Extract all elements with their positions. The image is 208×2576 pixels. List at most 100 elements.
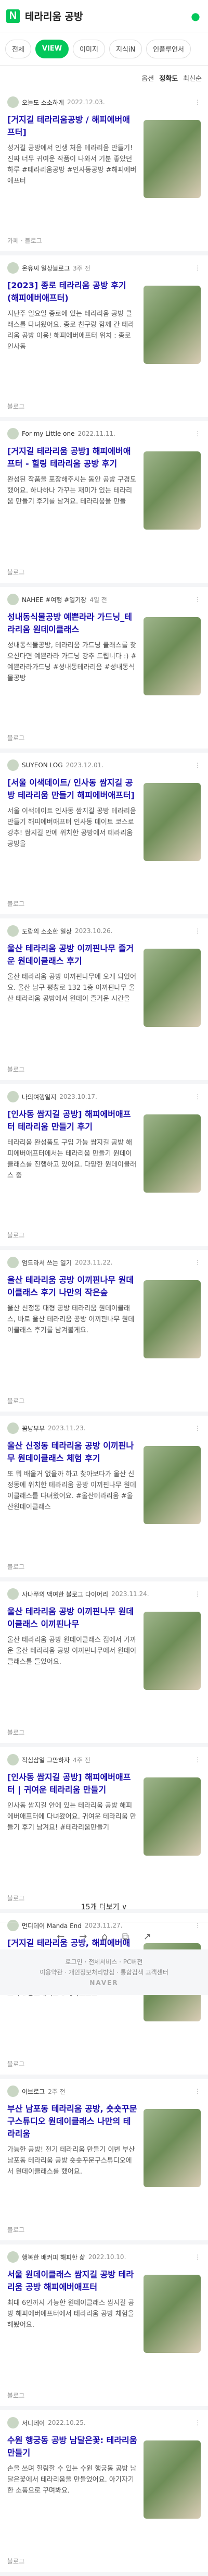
avatar[interactable] [7,262,19,274]
more-options-icon[interactable]: ⋮ [194,2253,201,2261]
avatar[interactable] [7,1754,19,1765]
result-thumbnail[interactable] [144,1114,201,1193]
result-thumbnail[interactable] [144,451,201,530]
avatar[interactable] [7,2417,19,2428]
more-button[interactable]: 15개 더보기 ∨ [0,1891,208,1922]
result-title[interactable]: [서울 이색데이트/ 인사동 쌈지길 공방 테라리움 만들기 해피에버애프터] [7,777,137,802]
result-title[interactable]: 성내동식물공방 예쁜라라 가드닝_테라리움 원데이클래스 [7,611,137,636]
result-author[interactable]: NAHEE #여행 #일기장 [22,595,86,604]
result-author[interactable]: 나의여행일지 [22,1093,56,1101]
result-thumbnail[interactable] [144,949,201,1027]
more-options-icon[interactable]: ⋮ [194,2088,201,2095]
result-title[interactable]: 울산 테라리움 공방 이끼핀나무 즐거운 원데이클래스 후기 [7,942,137,967]
tab-all[interactable]: 전체 [5,39,31,58]
avatar[interactable] [7,1588,19,1600]
result-title[interactable]: [인사동 쌈지길 공방] 해피에버애프터 테라리움 만들기 후기 [7,1108,137,1133]
more-options-icon[interactable]: ⋮ [194,1590,201,1598]
result-thumbnail[interactable] [144,2275,201,2353]
more-options-icon[interactable]: ⋮ [194,264,201,272]
sort-selected[interactable]: 정확도 [159,73,178,83]
result-thumbnail[interactable] [144,2109,201,2187]
result-title[interactable]: 수원 행궁동 공방 남달은꽃: 테라리움 만들기 [7,2434,137,2459]
result-thumbnail[interactable] [144,1612,201,1690]
result-item[interactable]: 꼼냥부부 2023.11.23. ⋮ 울산 신정동 테라리움 공방 이끼핀나무 … [0,1416,208,1581]
result-thumbnail[interactable] [144,1777,201,1856]
avatar[interactable] [7,594,19,605]
result-item[interactable]: 오늘도 소소하게 2022.12.03. ⋮ [거지길 테라리움공방 / 해피에… [0,90,208,255]
result-item[interactable]: 작심삼일 그만하자 4주 전 ⋮ [인사동 쌈지길 공방] 해피에버애프터 | … [0,1747,208,1913]
result-author[interactable]: 도람의 소소한 일상 [22,927,72,936]
result-item[interactable]: 사나쭈의 맥여한 블로그 다이어리 2023.11.24. ⋮ 울산 테라리움 … [0,1581,208,1747]
sort-option-2[interactable]: 최신순 [183,73,202,83]
result-item[interactable]: 온유씨 일상블로그 3주 전 ⋮ [2023] 종로 테라리움 공방 후기 (해… [0,255,208,421]
share-icon[interactable]: ↗ [144,1931,151,1942]
result-title[interactable]: 울산 테라리움 공방 이끼핀나무 원데이클래스 후기 나만의 작은숲 [7,1274,137,1299]
result-item[interactable]: For my Little one 2022.11.11. ⋮ [거지길 테라리… [0,421,208,587]
more-options-icon[interactable]: ⋮ [194,927,201,935]
result-author[interactable]: SUYEON LOG [22,762,63,769]
naver-logo[interactable]: N [6,9,20,23]
result-author[interactable]: 작심삼일 그만하자 [22,1756,70,1764]
result-item[interactable]: 도람의 소소한 일상 2023.10.26. ⋮ 울산 테라리움 공방 이끼핀나… [0,918,208,1084]
home-icon[interactable]: ⌂ [101,1931,107,1942]
result-author[interactable]: 꼼냥부부 [22,1424,45,1433]
result-author[interactable]: 온유씨 일상블로그 [22,264,70,273]
result-item[interactable]: 행복한 배커피 해피한 삶 2022.10.10. ⋮ 서울 원데이클래스 쌈지… [0,2244,208,2410]
result-thumbnail[interactable] [144,2440,201,2519]
avatar[interactable] [7,759,19,771]
more-options-icon[interactable]: ⋮ [194,430,201,437]
more-options-icon[interactable]: ⋮ [194,99,201,106]
mic-icon[interactable]: ● [189,10,202,22]
avatar[interactable] [7,2251,19,2263]
result-thumbnail[interactable] [144,617,201,695]
result-title[interactable]: [인사동 쌈지길 공방] 해피에버애프터 | 귀여운 테라리움 만들기 [7,1771,137,1796]
tabs-icon[interactable]: ⧉ [122,1931,129,1942]
result-author[interactable]: 오늘도 소소하게 [22,98,64,107]
result-thumbnail[interactable] [144,1446,201,1524]
avatar[interactable] [7,1257,19,1268]
more-options-icon[interactable]: ⋮ [194,1259,201,1266]
result-author[interactable]: 서니데이 [22,2419,45,2427]
result-title[interactable]: 울산 신정동 테라리움 공방 이끼핀나무 원데이클래스 체험 후기 [7,1440,137,1465]
result-author[interactable]: For my Little one [22,430,74,437]
result-thumbnail[interactable] [144,286,201,364]
result-author[interactable]: 사나쭈의 맥여한 블로그 다이어리 [22,1590,108,1599]
result-title[interactable]: 서울 원데이클래스 쌈지길 공방 테라리움 공방 해피에버애프터 [7,2268,137,2293]
more-options-icon[interactable]: ⋮ [194,1756,201,1763]
footer-legal[interactable]: 이용약관 · 개인정보처리방침 · 통합검색 고객센터 [0,1967,208,1978]
result-item[interactable]: 엄드라서 쓰는 일기 2023.11.22. ⋮ 울산 테라리움 공방 이끼핀나… [0,1250,208,1416]
forward-icon[interactable]: → [79,1931,87,1942]
result-title[interactable]: [거지길 테라리움 공방] 해피에버애프터 - 힐링 테라리움 공방 후기 [7,445,137,470]
avatar[interactable] [7,2086,19,2097]
result-item[interactable]: 이브로그 2주 전 ⋮ 부산 남포동 테라리움 공방, 숏숏꾸문구스튜디오 원데… [0,2079,208,2244]
tab-image[interactable]: 이미지 [73,39,105,58]
tab-view[interactable]: VIEW [35,39,69,58]
more-options-icon[interactable]: ⋮ [194,1093,201,1100]
search-query[interactable]: 테라리움 공방 [25,9,189,23]
avatar[interactable] [7,428,19,439]
result-thumbnail[interactable] [144,783,201,861]
tab-influencer[interactable]: 인플루언서 [146,39,191,58]
result-author[interactable]: 행복한 배커피 해피한 삶 [22,2253,85,2262]
result-author[interactable]: 이브로그 [22,2087,45,2096]
sort-option-1[interactable]: 옵션 [141,73,154,83]
result-title[interactable]: [2023] 종로 테라리움 공방 후기 (해피에버애프터) [7,279,137,304]
avatar[interactable] [7,96,19,108]
avatar[interactable] [7,925,19,937]
more-options-icon[interactable]: ⋮ [194,2419,201,2426]
tab-kin[interactable]: 지식iN [109,39,142,58]
result-author[interactable]: 엄드라서 쓰는 일기 [22,1258,72,1267]
more-options-icon[interactable]: ⋮ [194,762,201,769]
result-title[interactable]: [거지길 테라리움공방 / 해피에버애프터] [7,114,137,139]
more-options-icon[interactable]: ⋮ [194,596,201,603]
result-thumbnail[interactable] [144,120,201,198]
avatar[interactable] [7,1422,19,1434]
result-title[interactable]: 울산 테라리움 공방 이끼핀나무 원데이클래스 이끼핀나무 [7,1605,137,1630]
result-item[interactable]: NAHEE #여행 #일기장 4일 전 ⋮ 성내동식물공방 예쁜라라 가드닝_테… [0,587,208,753]
more-options-icon[interactable]: ⋮ [194,1425,201,1432]
back-icon[interactable]: ← [57,1931,64,1942]
result-item[interactable]: 서니데이 2022.10.25. ⋮ 수원 행궁동 공방 남달은꽃: 테라리움 … [0,2410,208,2576]
avatar[interactable] [7,1091,19,1102]
footer-links[interactable]: 로그인 · 전체서비스 · PC버전 [0,1957,208,1967]
result-title[interactable]: 부산 남포동 테라리움 공방, 숏숏꾸문구스튜디오 원데이클래스 나만의 테라리… [7,2103,137,2140]
